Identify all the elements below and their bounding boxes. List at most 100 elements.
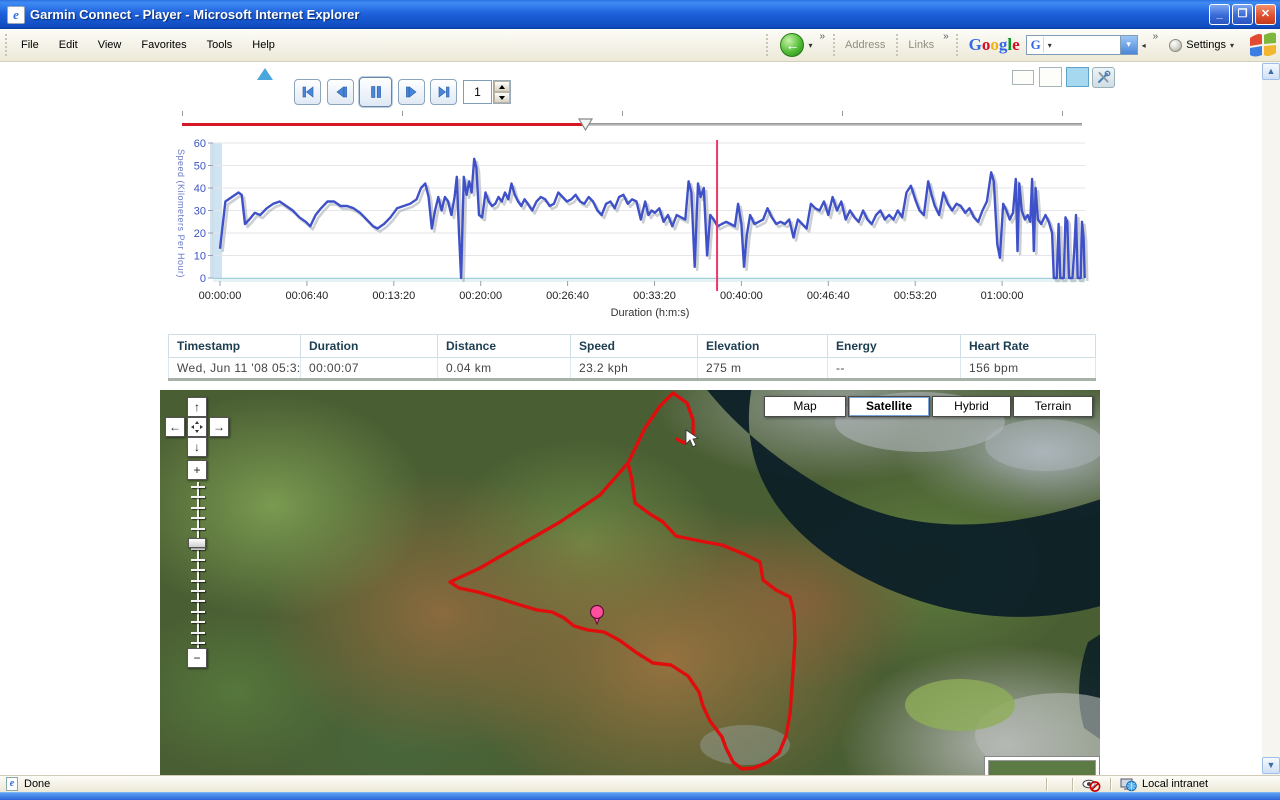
menu-item-favorites[interactable]: Favorites: [131, 36, 196, 54]
scroll-down-button[interactable]: ▼: [1262, 757, 1280, 774]
map-overview-inset[interactable]: [984, 756, 1100, 775]
maximize-button[interactable]: ❐: [1232, 4, 1253, 25]
table-header-duration: Duration: [301, 335, 438, 358]
google-g-icon[interactable]: G: [1027, 37, 1044, 53]
spinner-down-button[interactable]: [494, 92, 510, 103]
skip-to-end-button[interactable]: [430, 79, 457, 105]
scroll-up-button[interactable]: ▲: [1262, 63, 1280, 80]
step-back-button[interactable]: [327, 79, 354, 105]
table-cell: 0.04 km: [438, 358, 571, 380]
zoom-tick: [191, 642, 205, 644]
map-recenter-button[interactable]: [187, 417, 207, 437]
table-cell: 00:00:07: [301, 358, 438, 380]
zoom-tick: [191, 517, 205, 519]
speed-line: [220, 159, 1085, 278]
google-collapse-icon[interactable]: ◂: [1138, 41, 1150, 50]
privacy-blocked-icon: [1082, 778, 1102, 792]
map-type-map-button[interactable]: Map: [764, 396, 846, 417]
activity-data-table: TimestampDurationDistanceSpeedElevationE…: [168, 334, 1096, 381]
google-search-box[interactable]: G ▾ ▾: [1026, 35, 1138, 55]
gps-track: [450, 393, 795, 769]
x-tick-label: 00:13:20: [372, 290, 415, 302]
timeline-tick: [1062, 111, 1063, 116]
skip-to-start-button[interactable]: [294, 79, 321, 105]
links-bar-label: Links: [902, 39, 940, 51]
zoom-tick: [191, 580, 205, 582]
urban-patch: [985, 419, 1100, 471]
player-size-small-button[interactable]: [1012, 70, 1034, 85]
window-title: Garmin Connect - Player - Microsoft Inte…: [30, 7, 1207, 22]
google-g-dropdown-icon[interactable]: ▾: [1044, 41, 1056, 50]
back-button[interactable]: ←: [780, 33, 804, 57]
settings-dropdown-icon[interactable]: ▾: [1226, 41, 1238, 50]
menu-item-tools[interactable]: Tools: [197, 36, 243, 54]
map-type-terrain-button[interactable]: Terrain: [1013, 396, 1093, 417]
settings-button[interactable]: Settings: [1186, 39, 1226, 51]
player-size-large-button[interactable]: [1066, 67, 1089, 87]
speed-chart: 010203040506000:00:0000:06:4000:13:2000:…: [160, 138, 1100, 324]
map-zoom-handle[interactable]: [188, 538, 206, 548]
map-pan-left-button[interactable]: ←: [165, 417, 185, 437]
back-dropdown-icon[interactable]: ▾: [804, 41, 816, 50]
toolbar-overflow-icon[interactable]: »: [816, 31, 828, 42]
player-size-medium-button[interactable]: [1039, 67, 1062, 87]
zoom-tick: [191, 632, 205, 634]
security-zone-label: Local intranet: [1142, 778, 1208, 790]
menu-item-file[interactable]: File: [11, 36, 49, 54]
map-type-hybrid-button[interactable]: Hybrid: [932, 396, 1011, 417]
y-tick-label: 0: [200, 273, 206, 285]
toolbar-grip: [3, 34, 8, 56]
status-separator: [1046, 778, 1048, 791]
map-zoom-slider[interactable]: [194, 482, 202, 648]
toolbar-grip: [955, 34, 960, 56]
zoom-tick: [191, 528, 205, 530]
settings-sphere-icon[interactable]: [1169, 39, 1182, 52]
browser-viewport: Speed (Kilometers Per Hour) 010203040506…: [0, 62, 1280, 775]
map-type-satellite-button[interactable]: Satellite: [848, 396, 930, 417]
zoom-tick: [191, 569, 205, 571]
recenter-icon: [191, 421, 203, 433]
map-pan-right-button[interactable]: →: [209, 417, 229, 437]
map-canvas[interactable]: ↑ ← → ↓ + − MapSatelliteHybridTerrain: [160, 390, 1100, 775]
ie-app-icon: e: [7, 6, 25, 24]
table-cell: 275 m: [698, 358, 828, 380]
google-search-dropdown[interactable]: ▾: [1120, 36, 1137, 54]
menu-item-view[interactable]: View: [88, 36, 132, 54]
table-header-speed: Speed: [571, 335, 698, 358]
map-pan-up-button[interactable]: ↑: [187, 397, 207, 417]
x-tick-label: 00:53:20: [894, 290, 937, 302]
spinner-up-button[interactable]: [494, 81, 510, 92]
y-tick-label: 40: [194, 183, 206, 195]
timeline-slider-thumb[interactable]: [578, 118, 593, 131]
toolbar-grip: [831, 34, 836, 56]
frame-step-spinner: [493, 80, 511, 104]
zoom-tick: [191, 559, 205, 561]
frame-step-input[interactable]: [463, 80, 492, 104]
step-forward-button[interactable]: [398, 79, 425, 105]
table-header-distance: Distance: [438, 335, 571, 358]
player-settings-button[interactable]: [1092, 67, 1115, 88]
close-button[interactable]: ✕: [1255, 4, 1276, 25]
zoom-tick: [191, 496, 205, 498]
vertical-scrollbar[interactable]: ▲ ▼: [1262, 62, 1280, 775]
map-zoom-in-button[interactable]: +: [187, 460, 207, 480]
timeline-tick: [402, 111, 403, 116]
y-tick-label: 10: [194, 251, 206, 263]
menu-item-edit[interactable]: Edit: [49, 36, 88, 54]
zoom-tick: [191, 611, 205, 613]
menu-item-help[interactable]: Help: [242, 36, 285, 54]
collapse-player-icon[interactable]: [257, 68, 273, 80]
map-pan-down-button[interactable]: ↓: [187, 437, 207, 457]
minimize-button[interactable]: _: [1209, 4, 1230, 25]
google-overflow-icon[interactable]: »: [1150, 31, 1162, 42]
pause-button[interactable]: [359, 77, 392, 107]
page-status-icon: e: [6, 777, 18, 791]
x-tick-label: 00:06:40: [285, 290, 328, 302]
field-patch: [700, 725, 790, 765]
position-marker-icon: [591, 606, 604, 619]
map-zoom-out-button[interactable]: −: [187, 648, 207, 668]
windows-flag-logo: [1248, 31, 1278, 59]
links-overflow-icon[interactable]: »: [940, 31, 952, 42]
y-tick-label: 20: [194, 228, 206, 240]
overview-inner: [988, 760, 1096, 775]
